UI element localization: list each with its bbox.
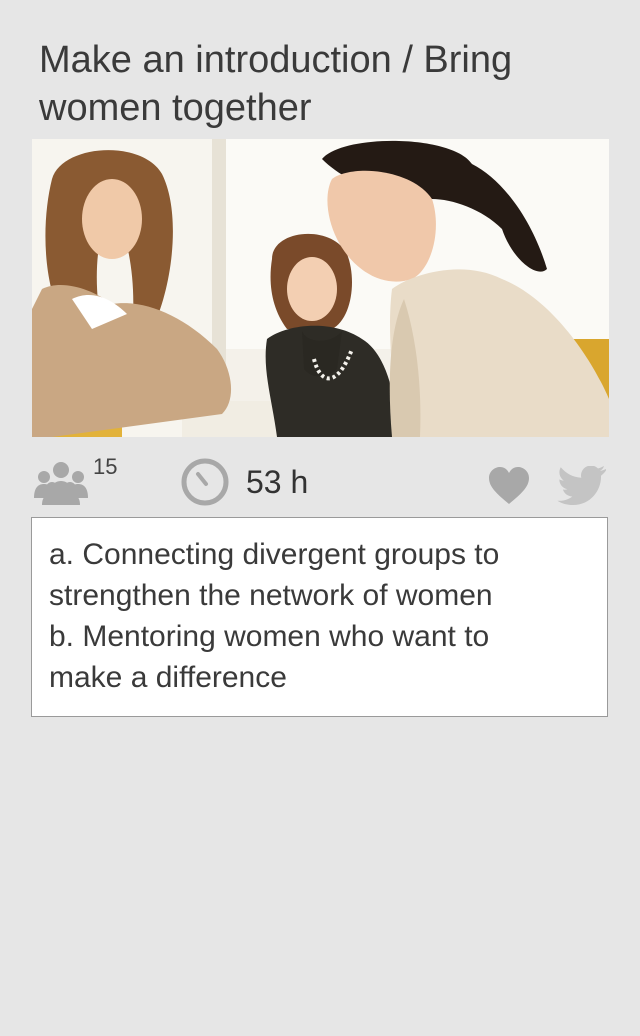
description-box: a. Connecting divergent groups to streng… [31, 517, 608, 717]
description-line: make a difference [49, 661, 287, 694]
people-group-icon [32, 458, 90, 506]
twitter-bird-icon[interactable] [556, 465, 608, 506]
card-stats-bar: 15 53 h [0, 450, 640, 512]
description-line: strengthen the network of women [49, 579, 493, 612]
description-line: b. Mentoring women who want to [49, 620, 490, 653]
clock-icon [180, 457, 230, 507]
time-left: 53 h [246, 464, 309, 500]
description-line: a. Connecting divergent groups to [49, 538, 500, 571]
card-photo [32, 139, 609, 437]
heart-icon[interactable] [487, 466, 531, 506]
participants-count: 15 [93, 454, 118, 479]
page-title: Make an introduction / Bring women toget… [39, 39, 513, 129]
